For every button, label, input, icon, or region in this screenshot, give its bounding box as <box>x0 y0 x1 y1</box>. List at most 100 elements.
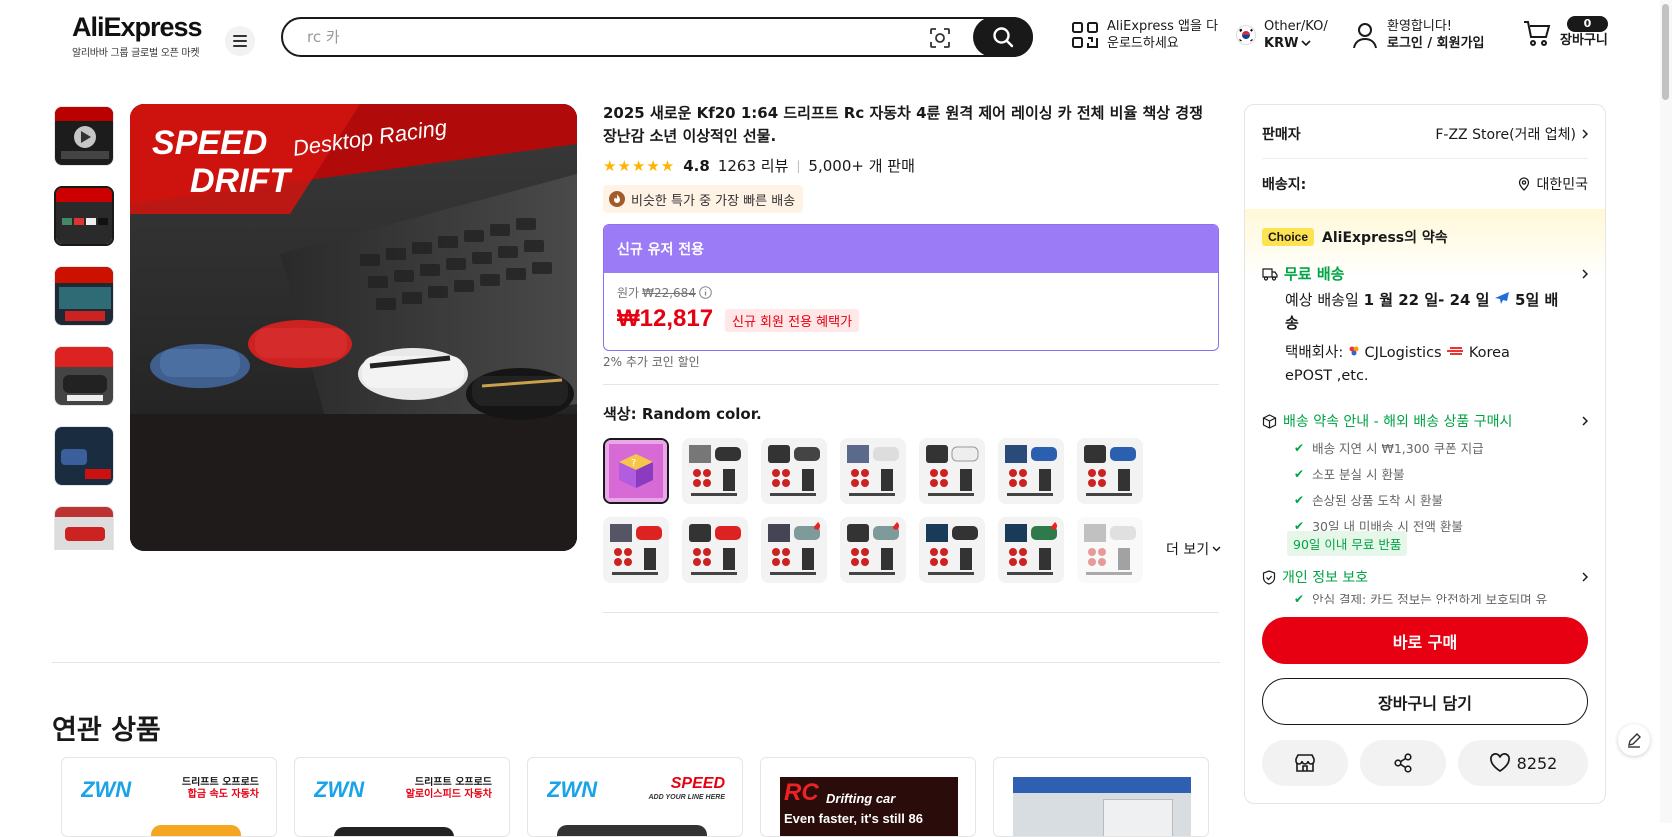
choice-tag: Choice <box>1262 228 1315 246</box>
delivery-promise-row[interactable]: 배송 약속 안내 - 해외 배송 상품 구매시 <box>1262 411 1588 431</box>
gallery-thumb-6[interactable] <box>54 506 114 550</box>
box-shield-icon <box>1262 413 1277 429</box>
color-swatch-3[interactable] <box>761 438 827 504</box>
free-shipping-row[interactable]: 무료 배송 <box>1262 263 1588 284</box>
ship-to-row[interactable]: 배송지: 대한민국 <box>1262 173 1588 195</box>
cart-label: 장바구니 <box>1560 33 1608 48</box>
card-caption: 드리프트 오프로드 <box>181 777 259 788</box>
product-main-image[interactable]: SPEED DRIFT Desktop Racing <box>130 104 577 551</box>
chevron-down-icon <box>1212 546 1221 552</box>
rating-row[interactable]: ★★★★★ 4.8 1263 리뷰 | 5,000+ 개 판매 <box>603 155 915 176</box>
color-swatch-10[interactable] <box>761 517 827 583</box>
fast-delivery-text: 비슷한 특가 중 가장 빠른 배송 <box>631 193 796 209</box>
carrier-2: Korea <box>1468 345 1510 361</box>
check-icon: ✔ <box>1294 594 1305 604</box>
search-button[interactable] <box>973 17 1033 57</box>
sold-count: 5,000+ 개 판매 <box>808 157 915 175</box>
scrollbar-track[interactable] <box>1660 0 1672 823</box>
color-label: 색상: <box>603 405 642 423</box>
color-swatch-9[interactable] <box>682 517 748 583</box>
region-currency-selector[interactable]: Other/KO/KRW <box>1236 18 1328 52</box>
chevron-down-icon <box>1301 40 1312 47</box>
color-value: Random color. <box>641 405 762 423</box>
image-search-button[interactable] <box>927 25 953 51</box>
share-button[interactable] <box>1360 740 1446 786</box>
color-swatch-8[interactable] <box>603 517 669 583</box>
fast-delivery-badge: 비슷한 특가 중 가장 빠른 배송 <box>603 185 804 213</box>
chevron-right-icon <box>1582 129 1588 139</box>
add-to-cart-button[interactable]: 장바구니 담기 <box>1262 678 1588 725</box>
fire-badge-icon <box>609 191 625 207</box>
delivery-date: 1 월 22 일- 24 일 <box>1363 291 1490 309</box>
original-price-label: 원가 <box>617 286 640 300</box>
review-count[interactable]: 1263 리뷰 <box>718 155 789 176</box>
account-menu[interactable]: 환영합니다! 로그인 / 회원가입 <box>1351 18 1485 52</box>
chevron-right-icon <box>1582 416 1588 426</box>
scrollbar-thumb[interactable] <box>1662 4 1669 100</box>
seller-row[interactable]: 판매자 F-ZZ Store(거래 업체) <box>1262 123 1588 145</box>
card-brand: ZWN <box>547 777 598 802</box>
wishlist-button[interactable]: 8252 <box>1458 740 1588 786</box>
card-caption: SPEED <box>670 777 725 792</box>
feedback-edit-button[interactable] <box>1618 724 1650 756</box>
color-swatch-11[interactable] <box>840 517 906 583</box>
more-colors-button[interactable]: 더 보기 <box>1166 539 1221 559</box>
ship-to-country: 대한민국 <box>1536 177 1588 193</box>
search-input[interactable] <box>305 26 905 48</box>
new-user-banner: 신규 유저 전용 <box>604 225 1218 273</box>
aliexpress-logo[interactable]: AliExpress <box>72 12 203 43</box>
card-caption: 드리프트 오프로드 <box>414 777 492 788</box>
location-pin-icon <box>1519 177 1530 191</box>
menu-button[interactable] <box>225 26 255 56</box>
info-icon[interactable] <box>699 286 712 299</box>
color-swatch-14[interactable] <box>1077 517 1143 583</box>
color-swatch-5[interactable] <box>919 438 985 504</box>
chevron-right-icon <box>1582 268 1588 279</box>
divider <box>603 612 1219 613</box>
wishlist-count: 8252 <box>1516 753 1558 773</box>
gallery-thumb-3[interactable] <box>54 266 114 326</box>
color-swatch-13[interactable] <box>998 517 1064 583</box>
ship-to-label: 배송지: <box>1262 177 1307 193</box>
card-caption: ADD YOUR LINE HERE <box>648 794 726 801</box>
more-colors-label: 더 보기 <box>1166 542 1210 558</box>
privacy-row[interactable]: 개인 정보 보호 <box>1262 567 1588 587</box>
color-swatch-4[interactable] <box>840 438 906 504</box>
gallery-thumb-4[interactable] <box>54 346 114 406</box>
privacy-title: 개인 정보 보호 <box>1282 570 1369 586</box>
related-products-title: 연관 상품 <box>52 715 161 746</box>
gallery-thumb-video[interactable] <box>54 106 114 166</box>
privacy-item: ✔ 안심 결제: 카드 정보는 안전하게 보호되며 유 <box>1294 594 1585 604</box>
choice-promise-title: AliExpress의 약속 <box>1322 230 1448 246</box>
color-swatch-2[interactable] <box>682 438 748 504</box>
login-signup-link[interactable]: 로그인 / 회원가입 <box>1387 35 1485 52</box>
gallery-thumb-2[interactable] <box>54 186 114 246</box>
related-product-card[interactable]: RC Drifting car Even faster, it's still … <box>760 757 976 837</box>
color-label-row: 색상: Random color. <box>603 403 762 424</box>
related-product-card[interactable] <box>993 757 1209 837</box>
image-text-speed: SPEED <box>152 124 267 162</box>
gallery-thumb-5[interactable] <box>54 426 114 486</box>
related-product-card[interactable]: ZWN SPEED ADD YOUR LINE HERE <box>527 757 743 837</box>
color-swatch-random[interactable]: ? <box>603 438 669 504</box>
related-product-card[interactable]: ZWN 드리프트 오프로드 합금 속도 자동차 <box>61 757 277 837</box>
store-button[interactable] <box>1262 740 1348 786</box>
product-title: 2025 새로운 Kf20 1:64 드리프트 Rc 자동차 4륜 원격 제어 … <box>603 104 1203 145</box>
color-swatch-6[interactable] <box>998 438 1064 504</box>
color-swatch-12[interactable] <box>919 517 985 583</box>
delivery-label: 예상 배송일 <box>1285 291 1359 309</box>
user-icon <box>1353 23 1377 49</box>
welcome-text: 환영합니다! <box>1387 19 1453 34</box>
buy-now-button[interactable]: 바로 구매 <box>1262 617 1588 664</box>
cart-link[interactable]: 0 장바구니 <box>1522 16 1608 49</box>
promise-item-text: 배송 지연 시 ₩1,300 쿠폰 지급 <box>1312 441 1484 456</box>
camera-scan-icon <box>930 28 950 48</box>
related-product-card[interactable]: ZWN 드리프트 오프로드 알로이스피드 자동차 <box>294 757 510 837</box>
cj-logo-icon <box>1349 346 1359 356</box>
color-swatch-7[interactable] <box>1077 438 1143 504</box>
currency-text: KRW <box>1264 36 1299 51</box>
rating-stars: ★★★★★ <box>603 156 676 175</box>
card-brand: ZWN <box>81 777 132 802</box>
korea-post-icon <box>1447 347 1464 355</box>
download-app-link[interactable]: AliExpress 앱을 다 운로드하세요 <box>1071 18 1218 52</box>
